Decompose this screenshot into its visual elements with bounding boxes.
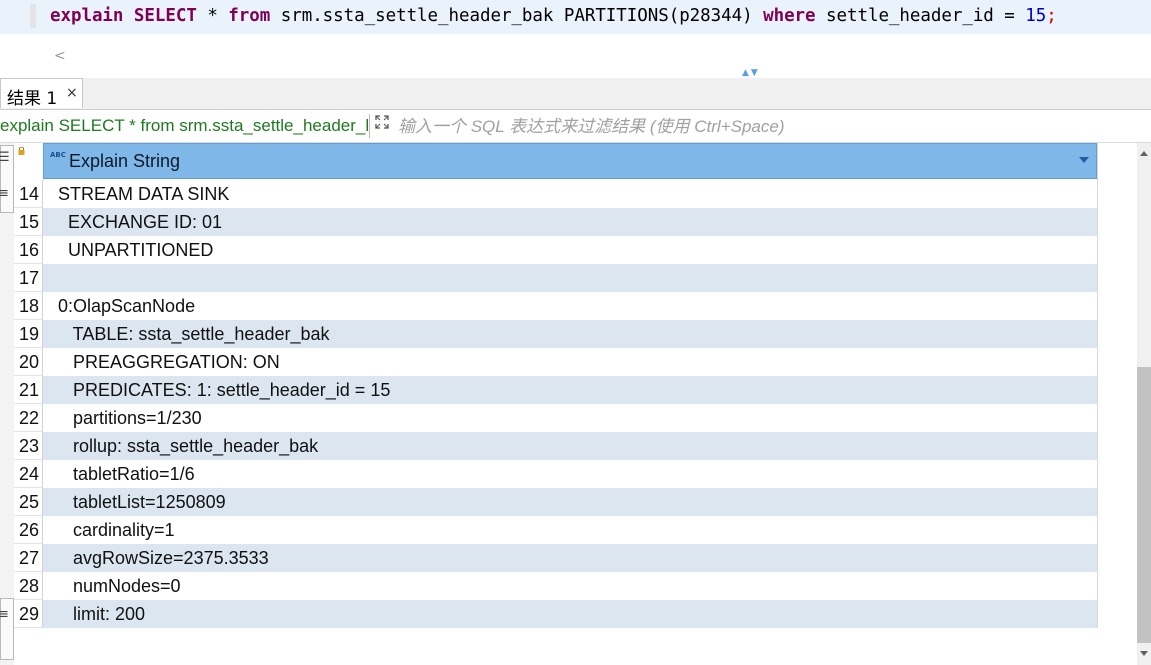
query-preview: explain SELECT * from srm.ssta_settle_he… [0, 116, 368, 135]
explain-string-cell[interactable] [43, 264, 1097, 292]
tab-label: 结果 1 [7, 89, 58, 109]
results-tab-bar: 结果 1 × [0, 78, 1151, 110]
row-number[interactable]: 27 [14, 544, 43, 572]
explain-string-cell[interactable]: avgRowSize=2375.3533 [43, 544, 1097, 572]
explain-string-cell[interactable]: EXCHANGE ID: 01 [43, 208, 1097, 236]
vertical-scrollbar[interactable] [1137, 143, 1151, 665]
explain-string-cell[interactable]: PREAGGREGATION: ON [43, 348, 1097, 376]
lock-icon [18, 147, 25, 155]
sort-dropdown-icon[interactable] [1079, 157, 1089, 163]
explain-string-cell[interactable]: 0:OlapScanNode [43, 292, 1097, 320]
grid-border [1097, 143, 1098, 628]
sql-token: where [763, 6, 816, 26]
sql-token: srm.ssta_settle_header_bak PARTITIONS(p2… [270, 6, 764, 26]
explain-string-cell[interactable]: tabletList=1250809 [43, 488, 1097, 516]
table-row[interactable]: 23 rollup: ssta_settle_header_bak [14, 432, 1098, 460]
table-row[interactable]: 20 PREAGGREGATION: ON [14, 348, 1098, 376]
expand-icon[interactable] [375, 115, 389, 129]
row-number[interactable]: 19 [14, 320, 43, 348]
sql-editor[interactable]: explain SELECT * from srm.ssta_settle_he… [0, 0, 1151, 72]
row-number[interactable]: 16 [14, 236, 43, 264]
tab-result-1[interactable]: 结果 1 × [0, 78, 83, 109]
filter-divider [369, 114, 370, 138]
row-number[interactable]: 23 [14, 432, 43, 460]
grid-header: ABC Explain String [14, 143, 1098, 180]
table-row[interactable]: 27 avgRowSize=2375.3533 [14, 544, 1098, 572]
row-number[interactable]: 22 [14, 404, 43, 432]
sql-token: from [228, 6, 271, 26]
sql-token: * [196, 6, 229, 26]
side-panel-strip: ☰ ≡ ≡ [0, 143, 15, 665]
table-row[interactable]: 22 partitions=1/230 [14, 404, 1098, 432]
scroll-down-icon[interactable] [1140, 651, 1148, 656]
row-number[interactable]: 29 [14, 600, 43, 628]
explain-string-cell[interactable]: TABLE: ssta_settle_header_bak [43, 320, 1097, 348]
sql-token: 15 [1025, 6, 1047, 26]
row-number[interactable]: 18 [14, 292, 43, 320]
row-number[interactable]: 21 [14, 376, 43, 404]
row-number[interactable]: 14 [14, 180, 43, 208]
table-row[interactable]: 16 UNPARTITIONED [14, 236, 1098, 264]
row-number[interactable]: 20 [14, 348, 43, 376]
table-row[interactable]: 26 cardinality=1 [14, 516, 1098, 544]
side-tab-text[interactable]: ≡ [0, 598, 14, 660]
row-number[interactable]: 15 [14, 208, 43, 236]
text-type-icon: ABC [50, 151, 66, 159]
result-grid[interactable]: ABC Explain String 14 STREAM DATA SINK 15 … [14, 143, 1137, 665]
table-row[interactable]: 17 [14, 264, 1098, 292]
explain-string-cell[interactable]: rollup: ssta_settle_header_bak [43, 432, 1097, 460]
table-row[interactable]: 21 PREDICATES: 1: settle_header_id = 15 [14, 376, 1098, 404]
side-tab-grid[interactable]: ☰ ≡ [0, 145, 14, 213]
side-tab-icon: ≡ [0, 607, 9, 622]
row-number[interactable]: 24 [14, 460, 43, 488]
row-number[interactable]: 25 [14, 488, 43, 516]
editor-gutter-marker [30, 4, 36, 28]
sql-token: SELECT [133, 6, 197, 26]
table-row[interactable]: 19 TABLE: ssta_settle_header_bak [14, 320, 1098, 348]
table-row[interactable]: 25 tabletList=1250809 [14, 488, 1098, 516]
close-icon[interactable]: × [66, 85, 78, 101]
row-number[interactable]: 28 [14, 572, 43, 600]
side-tab-icon: ≡ [0, 186, 9, 201]
sql-token: explain [50, 6, 124, 26]
filter-input[interactable] [398, 116, 1138, 138]
grid-rows: 14 STREAM DATA SINK 15 EXCHANGE ID: 01 16 U… [14, 180, 1098, 628]
column-header-label: Explain String [69, 151, 181, 171]
explain-string-cell[interactable]: STREAM DATA SINK [43, 180, 1097, 208]
explain-string-cell[interactable]: PREDICATES: 1: settle_header_id = 15 [43, 376, 1097, 404]
table-row[interactable]: 14 STREAM DATA SINK [14, 180, 1098, 208]
sql-query-text[interactable]: explain SELECT * from srm.ssta_settle_he… [50, 6, 1057, 26]
table-row[interactable]: 18 0:OlapScanNode [14, 292, 1098, 320]
column-header-explain-string[interactable]: ABC Explain String [43, 143, 1097, 179]
grid-corner[interactable] [14, 143, 44, 180]
explain-string-cell[interactable]: partitions=1/230 [43, 404, 1097, 432]
side-tab-icon: ☰ [0, 150, 10, 165]
row-number[interactable]: 17 [14, 264, 43, 292]
row-number[interactable]: 26 [14, 516, 43, 544]
explain-string-cell[interactable]: UNPARTITIONED [43, 236, 1097, 264]
table-row[interactable]: 28 numNodes=0 [14, 572, 1098, 600]
explain-string-cell[interactable]: tabletRatio=1/6 [43, 460, 1097, 488]
scroll-left-icon[interactable]: < [54, 48, 66, 64]
splitter-toggle-icon[interactable]: ▲▼ [742, 68, 760, 78]
explain-string-cell[interactable]: limit: 200 [43, 600, 1097, 628]
sql-token: ; [1046, 6, 1057, 26]
filter-bar: explain SELECT * from srm.ssta_settle_he… [0, 110, 1151, 143]
table-row[interactable]: 15 EXCHANGE ID: 01 [14, 208, 1098, 236]
explain-string-cell[interactable]: cardinality=1 [43, 516, 1097, 544]
scroll-up-icon[interactable] [1140, 151, 1148, 156]
table-row[interactable]: 24 tabletRatio=1/6 [14, 460, 1098, 488]
table-row[interactable]: 29 limit: 200 [14, 600, 1098, 628]
explain-string-cell[interactable]: numNodes=0 [43, 572, 1097, 600]
sql-token: settle_header_id = [815, 6, 1026, 26]
scrollbar-thumb[interactable] [1137, 367, 1151, 643]
